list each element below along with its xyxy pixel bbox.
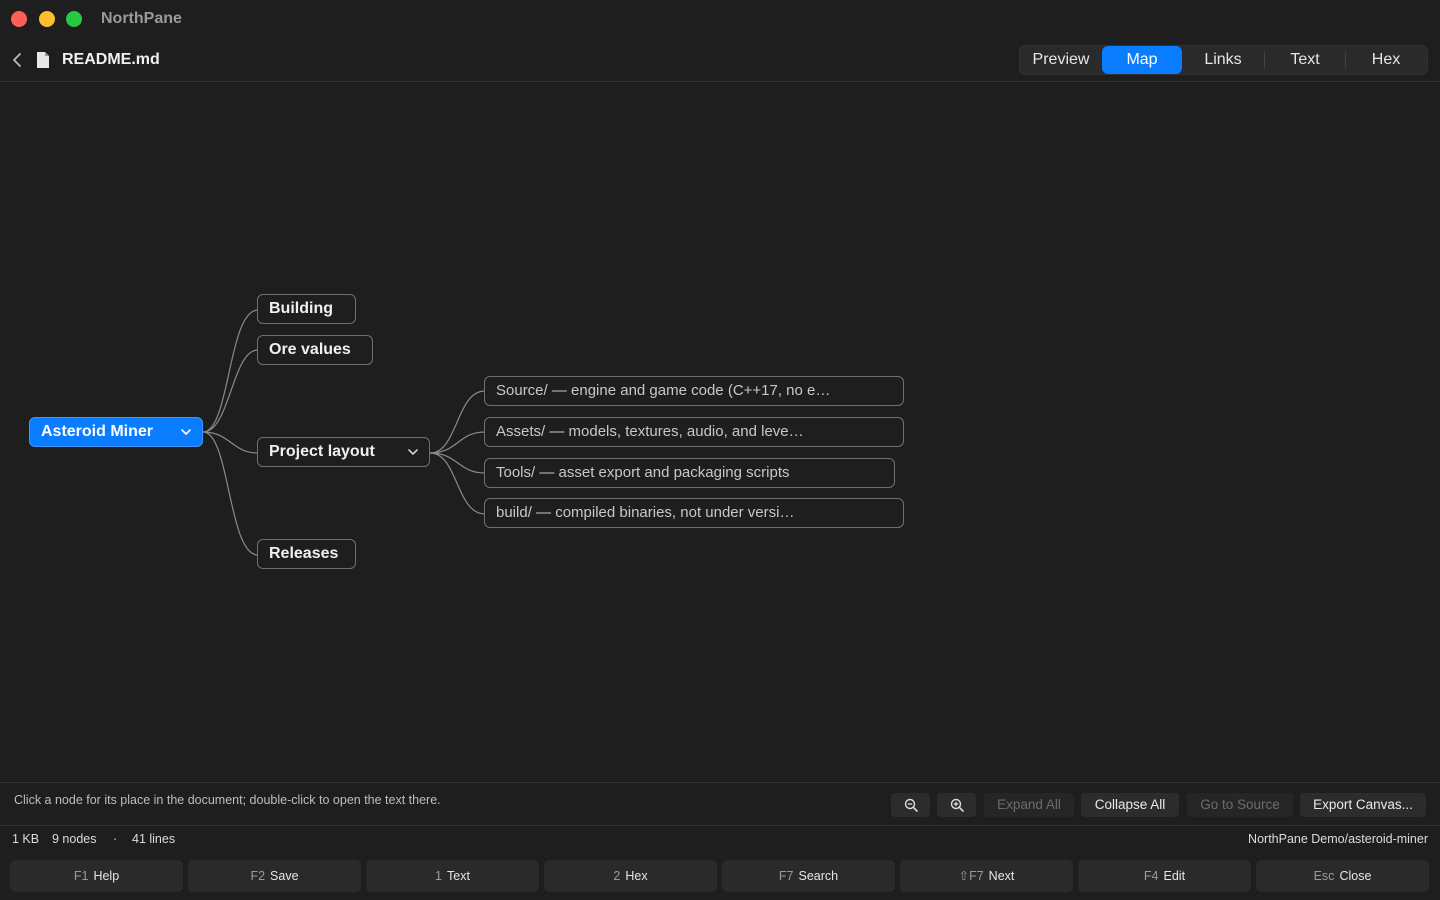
map-node-ore-values[interactable]: Ore values (257, 335, 373, 365)
fkey-edit[interactable]: F4 Edit (1078, 860, 1251, 892)
chevron-down-icon[interactable] (180, 426, 192, 438)
map-node-label: Building (269, 300, 333, 317)
fkey-key: 2 (613, 869, 621, 883)
zoom-in-button[interactable] (937, 793, 976, 817)
edge-root-releases (202, 431, 259, 556)
zoom-out-icon (904, 798, 918, 812)
function-key-bar: F1 Help F2 Save 1 Text 2 Hex F7 Search ⇧F7 Nex… (0, 852, 1440, 900)
status-bar: 1 KB 9 nodes · 41 lines NorthPane Demo/a… (0, 826, 1440, 852)
fkey-label: Help (93, 869, 120, 883)
map-node-label: Source/ — engine and game code (C++17, n… (496, 382, 831, 399)
go-to-source-button[interactable]: Go to Source (1187, 793, 1293, 817)
fkey-label: Save (270, 869, 299, 883)
tab-preview[interactable]: Preview (1020, 46, 1102, 74)
fkey-help[interactable]: F1 Help (10, 860, 183, 892)
fkey-next[interactable]: ⇧F7 Next (900, 860, 1073, 892)
tab-map[interactable]: Map (1102, 46, 1182, 74)
edge-project-source (429, 390, 486, 454)
map-hint-text: Click a node for its place in the docume… (14, 793, 441, 807)
edge-root-project (202, 431, 259, 454)
tab-hex[interactable]: Hex (1346, 46, 1426, 74)
map-node-source[interactable]: Source/ — engine and game code (C++17, n… (484, 376, 904, 406)
fkey-key: F1 (73, 869, 89, 883)
fkey-hex[interactable]: 2 Hex (544, 860, 717, 892)
zoom-in-icon (950, 798, 964, 812)
status-path: NorthPane Demo/asteroid-miner (1248, 832, 1428, 846)
fkey-save[interactable]: F2 Save (188, 860, 361, 892)
edge-root-ore (202, 349, 259, 433)
map-node-building[interactable]: Building (257, 294, 356, 324)
title-bar: NorthPane (0, 0, 1440, 38)
zoom-window-button[interactable] (66, 11, 82, 27)
app-title: NorthPane (101, 10, 182, 27)
fkey-label: Text (447, 869, 470, 883)
map-node-label: Assets/ — models, textures, audio, and l… (496, 423, 804, 440)
map-toolbar: Click a node for its place in the docume… (0, 782, 1440, 826)
map-node-label: Project layout (269, 443, 375, 460)
map-node-label: Ore values (269, 341, 351, 358)
view-switcher: Preview Map Links Text Hex (1019, 45, 1428, 75)
edge-project-tools (429, 452, 486, 474)
map-node-assets[interactable]: Assets/ — models, textures, audio, and l… (484, 417, 904, 447)
status-line-count: 41 lines (132, 832, 176, 846)
fkey-label: Hex (625, 869, 648, 883)
fkey-key: F7 (778, 869, 794, 883)
document-header: README.md Preview Map Links Text Hex (0, 38, 1440, 82)
tab-text[interactable]: Text (1265, 46, 1345, 74)
fkey-key: 1 (435, 869, 442, 883)
map-node-label: Releases (269, 545, 339, 562)
map-node-root-label: Asteroid Miner (41, 423, 154, 440)
app-window: NorthPane README.md Preview Map Links Te… (0, 0, 1440, 900)
edge-root-building (202, 309, 259, 433)
map-node-root[interactable]: Asteroid Miner (29, 417, 203, 447)
map-node-build[interactable]: build/ — compiled binaries, not under ve… (484, 498, 904, 528)
file-name: README.md (62, 51, 160, 68)
fkey-label: Search (798, 869, 839, 883)
export-canvas-button[interactable]: Export Canvas... (1300, 793, 1426, 817)
zoom-out-button[interactable] (891, 793, 930, 817)
fkey-close[interactable]: Esc Close (1256, 860, 1429, 892)
fkey-key: F4 (1143, 869, 1159, 883)
fkey-search[interactable]: F7 Search (722, 860, 895, 892)
fkey-text[interactable]: 1 Text (366, 860, 539, 892)
map-node-releases[interactable]: Releases (257, 539, 356, 569)
fkey-label: Next (988, 869, 1015, 883)
document-icon (37, 52, 49, 68)
expand-all-button[interactable]: Expand All (984, 793, 1074, 817)
map-node-label: Tools/ — asset export and packaging scri… (496, 464, 790, 481)
status-size: 1 KB (12, 832, 40, 846)
fkey-key: Esc (1313, 869, 1335, 883)
close-window-button[interactable] (11, 11, 27, 27)
tab-links[interactable]: Links (1182, 46, 1264, 74)
map-node-tools[interactable]: Tools/ — asset export and packaging scri… (484, 458, 895, 488)
collapse-all-button[interactable]: Collapse All (1081, 793, 1179, 817)
map-node-project-layout[interactable]: Project layout (257, 437, 430, 467)
fkey-label: Edit (1163, 869, 1186, 883)
status-separator: · (113, 832, 118, 846)
back-chevron-icon[interactable] (9, 51, 25, 69)
chevron-down-icon[interactable] (407, 446, 419, 458)
minimize-window-button[interactable] (39, 11, 55, 27)
fkey-label: Close (1339, 869, 1372, 883)
map-canvas[interactable]: Asteroid Miner Building Ore values Proje… (0, 82, 1440, 782)
fkey-key: F2 (250, 869, 266, 883)
fkey-key: ⇧F7 (958, 869, 984, 883)
edge-project-assets (429, 431, 486, 454)
status-node-count: 9 nodes (52, 832, 97, 846)
map-node-label: build/ — compiled binaries, not under ve… (496, 504, 795, 521)
